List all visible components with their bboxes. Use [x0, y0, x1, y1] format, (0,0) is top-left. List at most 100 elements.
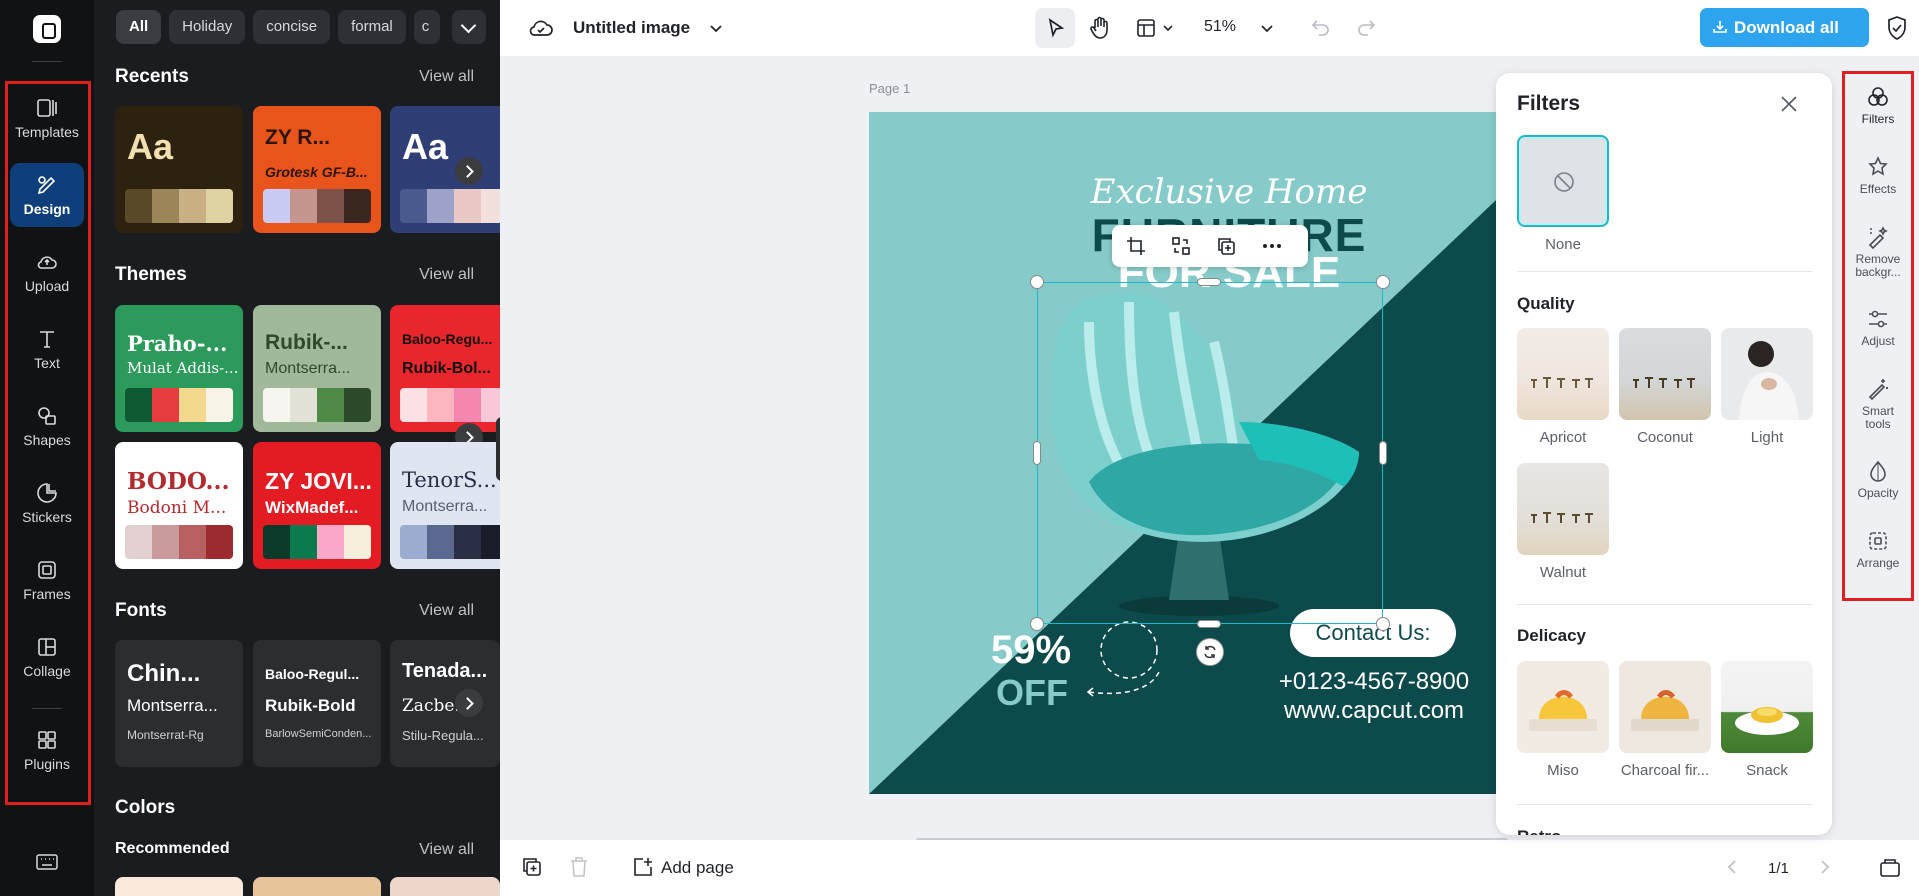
add-page-button[interactable]: Add page [661, 858, 734, 878]
section-divider [1517, 604, 1812, 605]
desert-trees-image [1531, 512, 1593, 523]
filter-label: Walnut [1539, 564, 1587, 581]
swatch [152, 525, 179, 559]
recommended-palette-1[interactable] [115, 877, 243, 896]
filter-label: None [1545, 236, 1581, 253]
shield-check-icon[interactable] [1885, 15, 1909, 41]
contact-website[interactable]: www.capcut.com [1269, 697, 1479, 725]
recommended-palette-3[interactable] [390, 877, 500, 896]
headline-script[interactable]: Exclusive Home [869, 172, 1589, 212]
chip-concise[interactable]: concise [253, 10, 331, 44]
duplicate-icon[interactable] [1216, 236, 1236, 256]
zoom-level[interactable]: 51% [1204, 18, 1236, 36]
more-options-icon[interactable] [1261, 236, 1283, 256]
layout-tool-button[interactable] [1130, 8, 1184, 48]
artboard[interactable]: Exclusive Home FURNITURE FOR SALE 59% OF… [869, 112, 1589, 794]
crop-icon[interactable] [1126, 236, 1146, 256]
delete-page-icon[interactable] [569, 856, 589, 878]
download-all-button[interactable]: Download all [1700, 8, 1869, 47]
layers-icon[interactable] [1878, 855, 1902, 879]
filter-charcoal-fir[interactable]: Charcoal fir... [1619, 661, 1711, 779]
document-title[interactable]: Untitled image [573, 18, 690, 38]
contact-phone[interactable]: +0123-4567-8900 [1269, 668, 1479, 696]
zoom-chevron-down-icon[interactable] [1260, 21, 1274, 35]
resize-handle-right[interactable] [1379, 441, 1387, 465]
highlight-box-left [5, 81, 91, 805]
rotate-handle[interactable] [1196, 638, 1224, 666]
filter-label: Coconut [1637, 429, 1693, 446]
theme-card-1[interactable]: Praho-... Mulat Addis-... [115, 305, 243, 432]
themes-view-all-link[interactable]: View all [419, 266, 474, 284]
resize-handle-top-right[interactable] [1376, 275, 1390, 289]
chips-expand-button[interactable] [452, 10, 486, 44]
resize-handle-bottom[interactable] [1197, 620, 1221, 628]
desert-trees-image [1531, 377, 1593, 388]
swatch [263, 525, 290, 559]
swatch [152, 388, 179, 422]
filter-snack[interactable]: Snack [1721, 661, 1813, 779]
cloud-save-icon[interactable] [528, 16, 554, 40]
add-page-icon[interactable] [632, 856, 654, 878]
chip-holiday[interactable]: Holiday [169, 10, 246, 44]
redo-icon[interactable] [1355, 17, 1377, 37]
font-card-3[interactable]: Tenada... Zacbe... Stilu-Regula... [390, 640, 500, 767]
resize-handle-bottom-left[interactable] [1030, 617, 1044, 631]
fonts-next-button[interactable] [455, 689, 483, 717]
filters-title: Filters [1517, 92, 1581, 115]
recents-view-all-link[interactable]: View all [419, 68, 474, 86]
hand-tool-button[interactable] [1080, 8, 1120, 48]
undo-icon[interactable] [1310, 17, 1332, 37]
swatch [152, 189, 179, 223]
discount-off[interactable]: OFF [996, 672, 1068, 714]
filter-thumb [1721, 661, 1813, 753]
select-tool-button[interactable] [1035, 8, 1075, 48]
resize-handle-bottom-right[interactable] [1376, 617, 1390, 631]
resize-handle-left[interactable] [1033, 441, 1041, 465]
recent-card-2[interactable]: ZY R... Grotesk GF-B... [253, 106, 381, 233]
recommended-view-all-link[interactable]: View all [419, 841, 474, 859]
chip-all[interactable]: All [116, 10, 162, 44]
resize-handle-top[interactable] [1197, 278, 1221, 286]
recents-next-button[interactable] [455, 157, 483, 185]
filter-miso[interactable]: Miso [1517, 661, 1609, 779]
fonts-view-all-link[interactable]: View all [419, 602, 474, 620]
font-card-line-3: Montserrat-Rg [127, 728, 204, 742]
keyboard-shortcuts-icon[interactable] [35, 852, 59, 872]
resize-handle-top-left[interactable] [1030, 275, 1044, 289]
theme-card-title: Baloo-Regu... [402, 331, 493, 347]
theme-card-3[interactable]: Baloo-Regu... Rubik-Bol... [390, 305, 500, 432]
floating-toolbar [1112, 225, 1308, 267]
capcut-logo-icon[interactable] [33, 15, 61, 43]
chip-formal[interactable]: formal [338, 10, 406, 44]
theme-card-5[interactable]: ZY JOVI... WixMadef... [253, 442, 381, 569]
download-all-label: Download all [1734, 18, 1839, 37]
swatch [344, 525, 371, 559]
duplicate-page-icon[interactable] [521, 856, 543, 878]
filter-none[interactable]: None [1517, 135, 1609, 253]
filter-thumb [1517, 463, 1609, 555]
swatch [317, 189, 344, 223]
filter-light[interactable]: Light [1721, 328, 1813, 446]
filter-coconut[interactable]: Coconut [1619, 328, 1711, 446]
filter-apricot[interactable]: Apricot [1517, 328, 1609, 446]
close-icon[interactable] [1778, 93, 1800, 115]
recent-card-1[interactable]: Aa [115, 106, 243, 233]
section-divider [1517, 271, 1812, 272]
theme-card-6[interactable]: TenorS... Montserra... [390, 442, 500, 569]
discount-percent[interactable]: 59% [991, 628, 1071, 673]
prev-page-icon[interactable] [1725, 858, 1739, 876]
page-label: Page 1 [869, 81, 911, 96]
next-page-icon[interactable] [1818, 858, 1832, 876]
theme-card-4[interactable]: BODO... Bodoni M... [115, 442, 243, 569]
title-chevron-down-icon[interactable] [708, 20, 724, 36]
recommended-palette-2[interactable] [253, 877, 381, 896]
font-card-1[interactable]: Chin... Montserra... Montserrat-Rg [115, 640, 243, 767]
layout-icon [1137, 19, 1155, 37]
filter-walnut[interactable]: Walnut [1517, 463, 1609, 581]
filter-thumb [1517, 328, 1609, 420]
recent-card-3[interactable]: Aa [390, 106, 500, 233]
replace-icon[interactable] [1171, 236, 1191, 256]
chip-more-truncated[interactable]: c [413, 10, 440, 44]
font-card-2[interactable]: Baloo-Regul... Rubik-Bold BarlowSemiCond… [253, 640, 381, 767]
theme-card-2[interactable]: Rubik-... Montserra... [253, 305, 381, 432]
